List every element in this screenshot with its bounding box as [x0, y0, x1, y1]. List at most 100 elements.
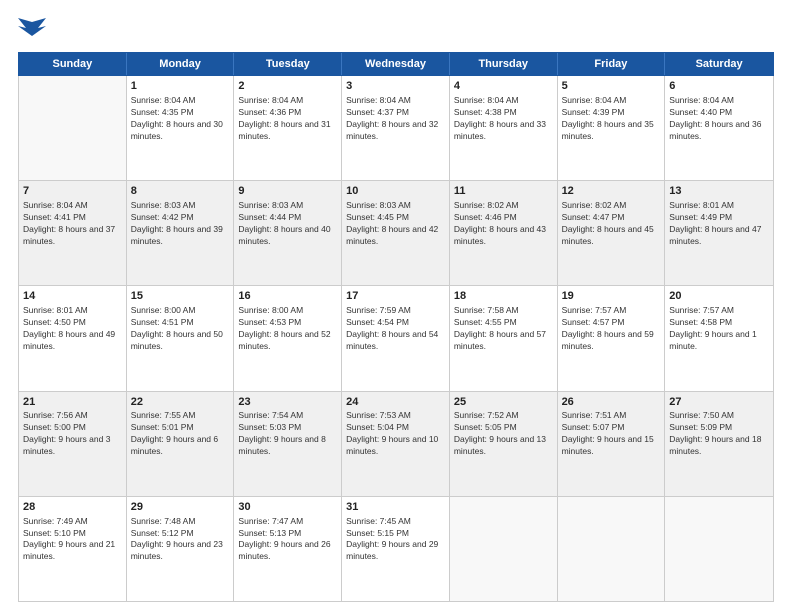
- daylight-text: Daylight: 9 hours and 18 minutes.: [669, 434, 769, 458]
- sunrise-text: Sunrise: 7:58 AM: [454, 305, 553, 317]
- daylight-text: Daylight: 9 hours and 23 minutes.: [131, 539, 230, 563]
- header-day-friday: Friday: [558, 53, 666, 75]
- calendar-cell: 24Sunrise: 7:53 AMSunset: 5:04 PMDayligh…: [342, 392, 450, 496]
- sunrise-text: Sunrise: 8:03 AM: [238, 200, 337, 212]
- sunset-text: Sunset: 5:07 PM: [562, 422, 661, 434]
- daylight-text: Daylight: 9 hours and 6 minutes.: [131, 434, 230, 458]
- daylight-text: Daylight: 8 hours and 57 minutes.: [454, 329, 553, 353]
- sunset-text: Sunset: 5:13 PM: [238, 528, 337, 540]
- calendar-cell: [450, 497, 558, 601]
- calendar-cell: 26Sunrise: 7:51 AMSunset: 5:07 PMDayligh…: [558, 392, 666, 496]
- cell-info: Sunrise: 7:59 AMSunset: 4:54 PMDaylight:…: [346, 305, 445, 353]
- calendar-cell: 13Sunrise: 8:01 AMSunset: 4:49 PMDayligh…: [665, 181, 773, 285]
- sunrise-text: Sunrise: 7:50 AM: [669, 410, 769, 422]
- sunrise-text: Sunrise: 8:04 AM: [562, 95, 661, 107]
- daylight-text: Daylight: 9 hours and 26 minutes.: [238, 539, 337, 563]
- daylight-text: Daylight: 8 hours and 54 minutes.: [346, 329, 445, 353]
- cell-info: Sunrise: 8:03 AMSunset: 4:44 PMDaylight:…: [238, 200, 337, 248]
- day-number: 5: [562, 79, 661, 94]
- calendar-header: SundayMondayTuesdayWednesdayThursdayFrid…: [18, 52, 774, 76]
- daylight-text: Daylight: 9 hours and 8 minutes.: [238, 434, 337, 458]
- day-number: 4: [454, 79, 553, 94]
- sunrise-text: Sunrise: 7:45 AM: [346, 516, 445, 528]
- daylight-text: Daylight: 8 hours and 50 minutes.: [131, 329, 230, 353]
- sunrise-text: Sunrise: 7:56 AM: [23, 410, 122, 422]
- cell-info: Sunrise: 8:04 AMSunset: 4:41 PMDaylight:…: [23, 200, 122, 248]
- calendar-cell: 15Sunrise: 8:00 AMSunset: 4:51 PMDayligh…: [127, 286, 235, 390]
- daylight-text: Daylight: 8 hours and 47 minutes.: [669, 224, 769, 248]
- day-number: 30: [238, 500, 337, 515]
- cell-info: Sunrise: 7:48 AMSunset: 5:12 PMDaylight:…: [131, 516, 230, 564]
- sunset-text: Sunset: 4:41 PM: [23, 212, 122, 224]
- cell-info: Sunrise: 8:02 AMSunset: 4:46 PMDaylight:…: [454, 200, 553, 248]
- sunset-text: Sunset: 4:55 PM: [454, 317, 553, 329]
- cell-info: Sunrise: 7:57 AMSunset: 4:58 PMDaylight:…: [669, 305, 769, 353]
- day-number: 8: [131, 184, 230, 199]
- cell-info: Sunrise: 7:56 AMSunset: 5:00 PMDaylight:…: [23, 410, 122, 458]
- calendar-cell: 27Sunrise: 7:50 AMSunset: 5:09 PMDayligh…: [665, 392, 773, 496]
- sunset-text: Sunset: 4:45 PM: [346, 212, 445, 224]
- calendar-cell: 6Sunrise: 8:04 AMSunset: 4:40 PMDaylight…: [665, 76, 773, 180]
- sunset-text: Sunset: 5:09 PM: [669, 422, 769, 434]
- calendar-row-4: 28Sunrise: 7:49 AMSunset: 5:10 PMDayligh…: [19, 497, 773, 601]
- day-number: 10: [346, 184, 445, 199]
- day-number: 14: [23, 289, 122, 304]
- sunset-text: Sunset: 5:00 PM: [23, 422, 122, 434]
- sunrise-text: Sunrise: 8:04 AM: [454, 95, 553, 107]
- cell-info: Sunrise: 7:57 AMSunset: 4:57 PMDaylight:…: [562, 305, 661, 353]
- calendar-cell: 3Sunrise: 8:04 AMSunset: 4:37 PMDaylight…: [342, 76, 450, 180]
- sunset-text: Sunset: 5:04 PM: [346, 422, 445, 434]
- daylight-text: Daylight: 9 hours and 13 minutes.: [454, 434, 553, 458]
- day-number: 6: [669, 79, 769, 94]
- calendar-cell: 19Sunrise: 7:57 AMSunset: 4:57 PMDayligh…: [558, 286, 666, 390]
- calendar-cell: 10Sunrise: 8:03 AMSunset: 4:45 PMDayligh…: [342, 181, 450, 285]
- day-number: 27: [669, 395, 769, 410]
- sunset-text: Sunset: 4:51 PM: [131, 317, 230, 329]
- sunrise-text: Sunrise: 8:03 AM: [346, 200, 445, 212]
- cell-info: Sunrise: 8:00 AMSunset: 4:53 PMDaylight:…: [238, 305, 337, 353]
- sunrise-text: Sunrise: 7:51 AM: [562, 410, 661, 422]
- calendar-cell: 21Sunrise: 7:56 AMSunset: 5:00 PMDayligh…: [19, 392, 127, 496]
- calendar-row-3: 21Sunrise: 7:56 AMSunset: 5:00 PMDayligh…: [19, 392, 773, 497]
- header-day-saturday: Saturday: [665, 53, 773, 75]
- day-number: 28: [23, 500, 122, 515]
- calendar-cell: 5Sunrise: 8:04 AMSunset: 4:39 PMDaylight…: [558, 76, 666, 180]
- daylight-text: Daylight: 8 hours and 35 minutes.: [562, 119, 661, 143]
- sunset-text: Sunset: 4:44 PM: [238, 212, 337, 224]
- daylight-text: Daylight: 8 hours and 59 minutes.: [562, 329, 661, 353]
- cell-info: Sunrise: 8:04 AMSunset: 4:36 PMDaylight:…: [238, 95, 337, 143]
- day-number: 11: [454, 184, 553, 199]
- sunrise-text: Sunrise: 7:47 AM: [238, 516, 337, 528]
- calendar-body: 1Sunrise: 8:04 AMSunset: 4:35 PMDaylight…: [18, 76, 774, 602]
- cell-info: Sunrise: 8:03 AMSunset: 4:42 PMDaylight:…: [131, 200, 230, 248]
- calendar-cell: 18Sunrise: 7:58 AMSunset: 4:55 PMDayligh…: [450, 286, 558, 390]
- sunset-text: Sunset: 5:12 PM: [131, 528, 230, 540]
- cell-info: Sunrise: 7:53 AMSunset: 5:04 PMDaylight:…: [346, 410, 445, 458]
- calendar-cell: 11Sunrise: 8:02 AMSunset: 4:46 PMDayligh…: [450, 181, 558, 285]
- calendar-cell: 20Sunrise: 7:57 AMSunset: 4:58 PMDayligh…: [665, 286, 773, 390]
- sunrise-text: Sunrise: 8:00 AM: [131, 305, 230, 317]
- header: [18, 18, 774, 42]
- calendar-cell: 29Sunrise: 7:48 AMSunset: 5:12 PMDayligh…: [127, 497, 235, 601]
- cell-info: Sunrise: 8:04 AMSunset: 4:40 PMDaylight:…: [669, 95, 769, 143]
- sunrise-text: Sunrise: 7:55 AM: [131, 410, 230, 422]
- cell-info: Sunrise: 8:04 AMSunset: 4:39 PMDaylight:…: [562, 95, 661, 143]
- day-number: 17: [346, 289, 445, 304]
- sunrise-text: Sunrise: 8:04 AM: [669, 95, 769, 107]
- sunrise-text: Sunrise: 8:04 AM: [238, 95, 337, 107]
- sunrise-text: Sunrise: 7:52 AM: [454, 410, 553, 422]
- daylight-text: Daylight: 8 hours and 31 minutes.: [238, 119, 337, 143]
- daylight-text: Daylight: 8 hours and 33 minutes.: [454, 119, 553, 143]
- sunset-text: Sunset: 4:53 PM: [238, 317, 337, 329]
- daylight-text: Daylight: 9 hours and 10 minutes.: [346, 434, 445, 458]
- calendar-cell: 16Sunrise: 8:00 AMSunset: 4:53 PMDayligh…: [234, 286, 342, 390]
- calendar-cell: 2Sunrise: 8:04 AMSunset: 4:36 PMDaylight…: [234, 76, 342, 180]
- day-number: 2: [238, 79, 337, 94]
- sunset-text: Sunset: 4:49 PM: [669, 212, 769, 224]
- sunrise-text: Sunrise: 8:03 AM: [131, 200, 230, 212]
- sunset-text: Sunset: 4:37 PM: [346, 107, 445, 119]
- daylight-text: Daylight: 9 hours and 3 minutes.: [23, 434, 122, 458]
- day-number: 26: [562, 395, 661, 410]
- day-number: 16: [238, 289, 337, 304]
- sunset-text: Sunset: 4:39 PM: [562, 107, 661, 119]
